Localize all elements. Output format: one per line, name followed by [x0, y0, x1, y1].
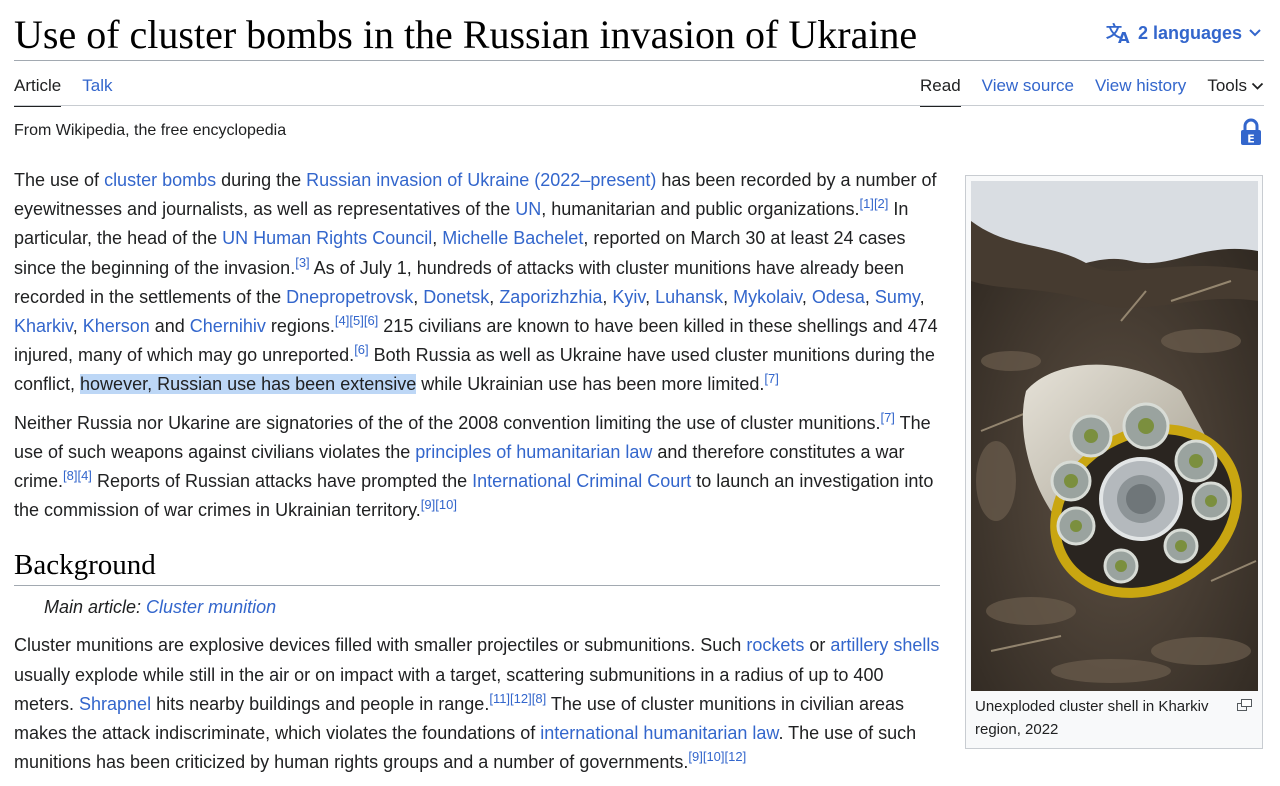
chevron-down-icon	[1248, 28, 1262, 38]
link-michelle-bachelet[interactable]: Michelle Bachelet	[442, 228, 583, 248]
text-selection-highlight[interactable]: however, Russian use has been extensive	[80, 374, 417, 395]
link-rockets[interactable]: rockets	[746, 635, 804, 655]
link-donetsk[interactable]: Donetsk	[423, 287, 489, 307]
citation[interactable]: [8]	[63, 468, 77, 483]
tools-menu[interactable]: Tools	[1207, 72, 1264, 105]
tabs-divider	[14, 105, 1264, 106]
link-mykolaiv[interactable]: Mykolaiv	[733, 287, 802, 307]
infobox-thumbnail: Unexploded cluster shell in Kharkiv regi…	[965, 175, 1263, 749]
languages-button[interactable]: 文A 2 languages	[1106, 22, 1262, 44]
tab-view-source[interactable]: View source	[982, 72, 1074, 105]
section-heading-background: Background	[14, 547, 940, 587]
citation[interactable]: [8]	[532, 691, 546, 706]
lock-icon[interactable]: E	[1240, 118, 1262, 151]
citation[interactable]: [12]	[510, 691, 532, 706]
citation[interactable]: [6]	[354, 342, 368, 357]
tab-view-history[interactable]: View history	[1095, 72, 1186, 105]
link-dnepropetrovsk[interactable]: Dnepropetrovsk	[286, 287, 413, 307]
title-divider	[14, 60, 1264, 61]
tagline: From Wikipedia, the free encyclopedia	[14, 122, 287, 139]
link-luhansk[interactable]: Luhansk	[655, 287, 723, 307]
tab-article[interactable]: Article	[14, 72, 62, 107]
tab-read[interactable]: Read	[920, 72, 961, 107]
citation[interactable]: [3]	[295, 255, 309, 270]
citation[interactable]: [9]	[688, 749, 702, 764]
chevron-down-icon	[1251, 76, 1264, 96]
link-un[interactable]: UN	[515, 199, 541, 219]
citation[interactable]: [5]	[349, 313, 363, 328]
link-international-humanitarian-law[interactable]: international humanitarian law	[540, 723, 778, 743]
svg-text:A: A	[1118, 29, 1130, 44]
intro-paragraph-1: The use of cluster bombs during the Russ…	[14, 170, 938, 395]
link-cluster-bombs[interactable]: cluster bombs	[104, 170, 216, 190]
link-sumy[interactable]: Sumy	[875, 287, 920, 307]
citation[interactable]: [11]	[489, 691, 510, 706]
link-un-human-rights-council[interactable]: UN Human Rights Council	[222, 228, 432, 248]
svg-text:E: E	[1247, 133, 1255, 146]
link-odesa[interactable]: Odesa	[812, 287, 865, 307]
citation[interactable]: [4]	[77, 468, 91, 483]
citation[interactable]: [12]	[725, 749, 747, 764]
link-chernihiv[interactable]: Chernihiv	[190, 316, 266, 336]
article-body: The use of cluster bombs during the Russ…	[14, 166, 944, 786]
citation[interactable]: [7]	[764, 371, 778, 386]
link-kharkiv[interactable]: Kharkiv	[14, 316, 73, 336]
link-kyiv[interactable]: Kyiv	[612, 287, 645, 307]
view-tabs: Read View source View history Tools	[920, 72, 1264, 107]
namespace-tabs: Article Talk	[14, 72, 112, 107]
link-zaporizhzhia[interactable]: Zaporizhzhia	[499, 287, 602, 307]
link-principles-of-humanitarian-law[interactable]: principles of humanitarian law	[415, 442, 652, 462]
citation[interactable]: [6]	[364, 313, 378, 328]
background-paragraph-1: Cluster munitions are explosive devices …	[14, 635, 940, 773]
citation[interactable]: [1]	[859, 196, 873, 211]
link-shrapnel[interactable]: Shrapnel	[79, 694, 151, 714]
link-russian-invasion[interactable]: Russian invasion of Ukraine (2022–presen…	[306, 170, 656, 190]
cluster-shell-photo[interactable]	[971, 181, 1258, 691]
tools-label: Tools	[1207, 76, 1247, 95]
citation[interactable]: [10]	[703, 749, 725, 764]
link-kherson[interactable]: Kherson	[83, 316, 150, 336]
citation[interactable]: [4]	[335, 313, 349, 328]
page-title: Use of cluster bombs in the Russian inva…	[14, 12, 918, 57]
infobox-caption: Unexploded cluster shell in Kharkiv regi…	[975, 698, 1209, 738]
intro-paragraph-2: Neither Russia nor Ukarine are signatori…	[14, 409, 934, 521]
link-artillery-shells[interactable]: artillery shells	[830, 635, 939, 655]
languages-label: 2 languages	[1137, 22, 1242, 43]
tab-talk[interactable]: Talk	[82, 72, 112, 107]
link-cluster-munition[interactable]: Cluster munition	[146, 597, 276, 617]
citation[interactable]: [2]	[874, 196, 888, 211]
enlarge-icon[interactable]	[1237, 698, 1252, 716]
translate-icon: 文A	[1106, 22, 1132, 44]
citation[interactable]: [10]	[435, 497, 457, 512]
citation[interactable]: [7]	[880, 410, 894, 425]
hatnote: Main article: Cluster munition	[44, 597, 277, 618]
link-international-criminal-court[interactable]: International Criminal Court	[472, 471, 691, 491]
citation[interactable]: [9]	[421, 497, 435, 512]
